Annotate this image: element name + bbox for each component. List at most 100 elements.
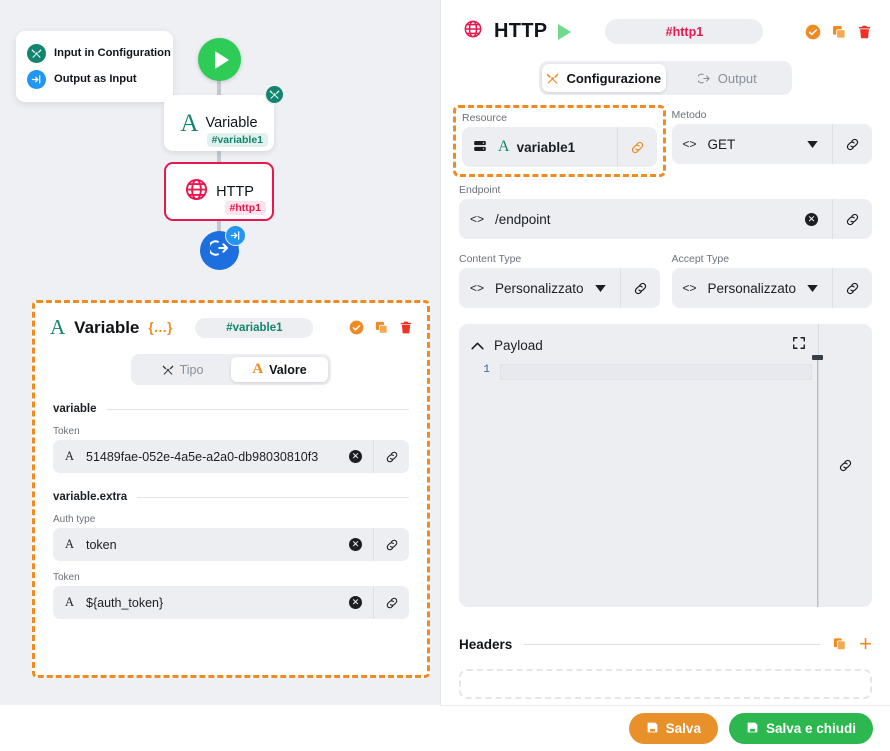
copy-icon[interactable]	[374, 320, 389, 335]
code-line[interactable]	[500, 364, 812, 380]
clear-icon[interactable]: ✕	[805, 212, 818, 226]
resource-input[interactable]: A variable1	[462, 127, 657, 167]
plus-icon[interactable]: +	[859, 633, 872, 655]
letter-a-icon: A	[64, 595, 75, 609]
play-icon[interactable]	[558, 23, 572, 40]
tab-configurazione[interactable]: Configurazione	[542, 64, 666, 92]
chevron-down-icon[interactable]	[807, 279, 818, 297]
tab-tipo-label: Tipo	[179, 362, 204, 377]
link-icon[interactable]	[373, 586, 409, 619]
code-brackets-icon: <>	[682, 281, 697, 295]
content-type-select[interactable]: <> Personalizzato	[459, 268, 660, 308]
tools-icon[interactable]	[264, 84, 285, 105]
save-button[interactable]: Salva	[628, 713, 718, 744]
copy-icon[interactable]	[832, 636, 847, 652]
flow-node-title: HTTP	[216, 183, 254, 200]
copy-icon[interactable]	[831, 24, 847, 40]
content-accept-row: Content Type <> Personalizzato Accept Ty…	[459, 253, 872, 308]
accept-type-select[interactable]: <> Personalizzato	[671, 268, 872, 308]
code-brackets-icon: <>	[469, 281, 484, 295]
link-icon[interactable]	[832, 124, 872, 164]
braces-icon: {…}	[148, 320, 173, 335]
field-metodo: Metodo <> GET	[671, 109, 872, 170]
field-value: 51489fae-052e-4a5e-a2a0-db98030810f3	[86, 449, 319, 464]
endpoint-input[interactable]: <> /endpoint ✕	[459, 199, 872, 239]
start-node[interactable]	[198, 38, 241, 81]
trash-icon[interactable]	[399, 320, 413, 335]
link-icon[interactable]	[373, 440, 409, 473]
metodo-select[interactable]: <> GET	[671, 124, 872, 164]
tab-valore-label: Valore	[269, 362, 307, 377]
divider	[524, 643, 821, 645]
flow-node-variable[interactable]: A Variable #variable1	[164, 84, 285, 151]
field-label: Resource	[462, 112, 507, 124]
flow-canvas[interactable]: Input in Configuration Output as Input A…	[0, 0, 440, 705]
tab-tipo[interactable]: Tipo	[134, 357, 231, 382]
content-type-value: Personalizzato	[495, 280, 584, 296]
field-label: Accept Type	[671, 253, 730, 265]
app-root: Input in Configuration Output as Input A…	[0, 0, 890, 751]
save-and-close-button[interactable]: Salva e chiudi	[728, 713, 873, 744]
field-input[interactable]: A ${auth_token} ✕	[53, 586, 409, 619]
legend-card: Input in Configuration Output as Input	[16, 31, 173, 102]
field-label: Metodo	[671, 109, 707, 121]
endpoint-value: /endpoint	[495, 211, 551, 227]
letter-a-icon: A	[64, 449, 75, 463]
field-resource: Resource A variable1	[453, 105, 666, 177]
accept-type-value: Personalizzato	[707, 280, 797, 296]
link-icon[interactable]	[619, 268, 660, 308]
page-title: HTTP	[494, 20, 548, 42]
end-node[interactable]	[200, 225, 246, 270]
chevron-up-icon[interactable]	[471, 337, 484, 355]
clear-icon[interactable]: ✕	[349, 596, 362, 609]
link-icon[interactable]	[616, 127, 657, 167]
clear-icon[interactable]: ✕	[349, 538, 362, 551]
variable-name-chip[interactable]: #variable1	[195, 317, 314, 338]
chevron-down-icon[interactable]	[594, 279, 606, 297]
scrollbar-thumb[interactable]	[812, 355, 823, 360]
divider	[106, 408, 409, 410]
tools-icon	[27, 43, 46, 63]
node-name-chip[interactable]: #http1	[605, 19, 764, 44]
headers-placeholder-row	[459, 669, 872, 699]
play-icon	[214, 50, 229, 69]
arrow-into-bracket-icon	[225, 225, 246, 246]
detail-panel: HTTP #http1 Configurazione Output Resour…	[440, 0, 890, 751]
link-icon[interactable]	[832, 268, 872, 308]
trash-icon[interactable]	[857, 24, 872, 40]
clear-icon[interactable]: ✕	[349, 450, 362, 463]
legend-item-input-in-configuration: Input in Configuration	[27, 40, 171, 66]
tab-valore[interactable]: A Valore	[231, 357, 328, 382]
payload-link-icon[interactable]	[818, 324, 872, 607]
payload-editor[interactable]: 1	[459, 355, 823, 607]
link-icon[interactable]	[373, 528, 409, 561]
highlight-outline: Resource A variable1	[453, 105, 666, 177]
field-accept-type: Accept Type <> Personalizzato	[671, 253, 872, 308]
fullscreen-icon[interactable]	[792, 336, 806, 355]
field-value: ${auth_token}	[86, 595, 164, 610]
variable-card-title: Variable	[74, 317, 140, 337]
resource-value: variable1	[516, 139, 576, 155]
save-button-label: Salva	[665, 721, 701, 736]
letter-a-icon: A	[180, 109, 199, 137]
field-label: Content Type	[459, 253, 522, 265]
tab-configurazione-label: Configurazione	[566, 70, 662, 86]
field-value: token	[86, 537, 117, 552]
field-label: Auth type	[53, 514, 96, 525]
line-number: 1	[483, 364, 490, 376]
payload-main: Payload 1	[459, 324, 823, 607]
legend-item-label: Input in Configuration	[54, 47, 171, 59]
divider	[137, 496, 409, 498]
check-circle-icon[interactable]	[805, 24, 821, 40]
field-input[interactable]: A token ✕	[53, 528, 409, 561]
link-icon[interactable]	[832, 199, 872, 239]
chevron-down-icon[interactable]	[807, 135, 818, 153]
field-input[interactable]: A 51489fae-052e-4a5e-a2a0-db98030810f3 ✕	[53, 440, 409, 473]
field-token-extra: Token A ${auth_token} ✕	[35, 572, 427, 619]
editor-scrollbar[interactable]	[812, 355, 823, 607]
flow-node-http[interactable]: HTTP #http1	[164, 162, 274, 221]
letter-a-icon: A	[64, 537, 75, 551]
check-circle-icon[interactable]	[349, 320, 364, 335]
tab-output[interactable]: Output	[666, 64, 790, 92]
section-title: variable	[53, 403, 97, 415]
